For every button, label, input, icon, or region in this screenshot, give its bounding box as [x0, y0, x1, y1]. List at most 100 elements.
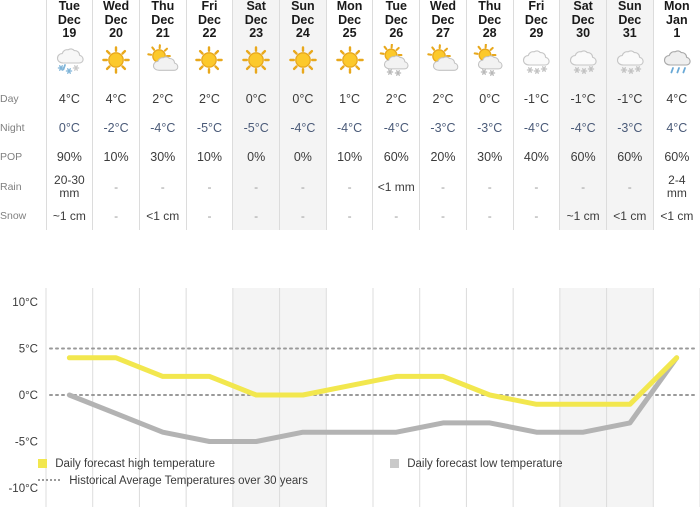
day-month: Dec	[244, 12, 268, 27]
day-value-1: 4°C	[92, 84, 140, 114]
night-value-8: -3°C	[419, 113, 467, 143]
weather-icon-cell-4[interactable]	[232, 40, 280, 85]
day-month: Dec	[431, 12, 455, 27]
weather-icon-cell-2[interactable]	[138, 40, 187, 85]
rain-value-3: -	[185, 171, 233, 203]
temperature-chart-svg: 10°C 5°C 0°C -5°C -10°C	[8, 288, 700, 507]
day-header-11[interactable]: Sat Dec 30	[559, 0, 607, 41]
night-value-13: 4°C	[652, 113, 700, 143]
day-weekday: Fri	[201, 0, 218, 13]
day-weekday: Thu	[151, 0, 175, 13]
sun-cloud-icon	[426, 44, 460, 80]
day-date: 29	[529, 26, 544, 40]
y-axis-tick-1: 5°C	[19, 344, 38, 356]
day-month: Dec	[618, 12, 642, 27]
table-row-night: Night 0°C -2°C -4°C -5°C -5°C -4°C -4°C -4°C -3°…	[0, 113, 700, 143]
day-header-13[interactable]: Mon Jan 1	[652, 0, 700, 41]
day-header-4[interactable]: Sat Dec 23	[232, 0, 280, 41]
pop-value-2: 30%	[138, 142, 187, 172]
pop-value-13: 60%	[652, 142, 700, 172]
day-weekday: Wed	[102, 0, 130, 13]
sun-cloud-snow-icon	[473, 43, 507, 80]
weather-icon-cell-10[interactable]	[512, 40, 560, 85]
icon-spacer	[0, 41, 46, 85]
weather-icon-cell-12[interactable]	[605, 40, 654, 85]
sunny-icon	[333, 46, 367, 80]
weather-icon-cell-7[interactable]	[372, 40, 420, 85]
sunny-icon	[286, 46, 320, 80]
day-date: 21	[155, 26, 170, 40]
table-header-row: Tue Dec 19 Wed Dec 20 Thu Dec 21 Fri Dec 22 Sat Dec 23…	[0, 0, 700, 41]
sun-cloud-snow-icon	[379, 43, 413, 80]
day-value-2: 2°C	[138, 84, 187, 114]
weather-icon-cell-5[interactable]	[279, 40, 327, 85]
rain-value-13: 2-4 mm	[652, 171, 700, 203]
snow-value-1: -	[92, 202, 140, 230]
weather-icon-cell-9[interactable]	[465, 40, 514, 85]
day-value-6: 1°C	[325, 84, 373, 114]
day-weekday: Sat	[573, 0, 593, 13]
day-weekday: Wed	[429, 0, 457, 13]
weather-icon-cell-6[interactable]	[325, 40, 373, 85]
night-value-2: -4°C	[138, 113, 187, 143]
forecast-table: Tue Dec 19 Wed Dec 20 Thu Dec 21 Fri Dec 22 Sat Dec 23…	[0, 0, 700, 230]
day-month: Dec	[291, 12, 315, 27]
weather-icon-cell-3[interactable]	[185, 40, 233, 85]
day-header-8[interactable]: Wed Dec 27	[419, 0, 467, 41]
day-weekday: Thu	[478, 0, 502, 13]
day-header-9[interactable]: Thu Dec 28	[465, 0, 514, 41]
weather-icon-cell-1[interactable]	[92, 40, 140, 85]
snow-value-3: -	[185, 202, 233, 230]
day-date: 20	[109, 26, 124, 40]
day-header-2[interactable]: Thu Dec 21	[138, 0, 187, 41]
icon-row	[0, 40, 700, 85]
night-value-1: -2°C	[92, 113, 140, 143]
day-header-0[interactable]: Tue Dec 19	[45, 0, 93, 41]
pop-value-1: 10%	[92, 142, 140, 172]
row-label-night: Night	[0, 122, 25, 134]
rain-cloud-icon	[660, 50, 694, 80]
rain-value-4: -	[232, 171, 280, 203]
row-label-rain: Rain	[0, 181, 22, 193]
table-row-day: Day 4°C 4°C 2°C 2°C 0°C 0°C 1°C 2°C 2°C 0°C -1°C -1…	[0, 84, 700, 114]
snow-value-9: -	[465, 202, 514, 230]
table-row-snow: Snow ~1 cm - <1 cm - - - - - - - - ~1 cm <1 cm <1 cm	[0, 202, 700, 230]
day-header-3[interactable]: Fri Dec 22	[185, 0, 233, 41]
day-date: 26	[389, 26, 404, 40]
day-month: Dec	[571, 12, 595, 27]
day-weekday: Mon	[336, 0, 363, 13]
temperature-chart: 10°C 5°C 0°C -5°C -10°C Daily forecast high …	[0, 288, 700, 507]
day-weekday: Sat	[246, 0, 266, 13]
day-date: 24	[295, 26, 310, 40]
pop-value-10: 40%	[512, 142, 560, 172]
night-value-12: -3°C	[605, 113, 654, 143]
snow-value-8: -	[419, 202, 467, 230]
rain-value-11: -	[559, 171, 607, 203]
weather-icon-cell-11[interactable]	[559, 40, 607, 85]
weather-icon-cell-13[interactable]	[652, 40, 700, 85]
day-header-5[interactable]: Sun Dec 24	[279, 0, 327, 41]
day-header-12[interactable]: Sun Dec 31	[605, 0, 654, 41]
rain-value-2: -	[138, 171, 187, 203]
day-header-10[interactable]: Fri Dec 29	[512, 0, 560, 41]
y-axis-tick-3: -5°C	[15, 437, 38, 449]
day-date: 28	[482, 26, 497, 40]
table-row-pop: POP 90% 10% 30% 10% 0% 0% 10% 60% 20% 30% 40% 60% 60…	[0, 142, 700, 172]
day-month: Dec	[198, 12, 221, 27]
weather-icon-cell-0[interactable]	[45, 40, 93, 85]
weather-icon-cell-8[interactable]	[419, 40, 467, 85]
day-value-5: 0°C	[279, 84, 327, 114]
snow-value-12: <1 cm	[605, 202, 654, 230]
snow-value-2: <1 cm	[138, 202, 187, 230]
night-value-11: -4°C	[559, 113, 607, 143]
day-month: Dec	[384, 12, 408, 27]
cloud-snow-icon	[613, 50, 647, 80]
night-value-10: -4°C	[512, 113, 560, 143]
day-header-6[interactable]: Mon Dec 25	[325, 0, 373, 41]
night-value-9: -3°C	[465, 113, 514, 143]
rain-value-12: -	[605, 171, 654, 203]
day-header-7[interactable]: Tue Dec 26	[372, 0, 420, 41]
day-value-7: 2°C	[372, 84, 420, 114]
day-header-1[interactable]: Wed Dec 20	[92, 0, 140, 41]
day-month: Dec	[151, 12, 175, 27]
